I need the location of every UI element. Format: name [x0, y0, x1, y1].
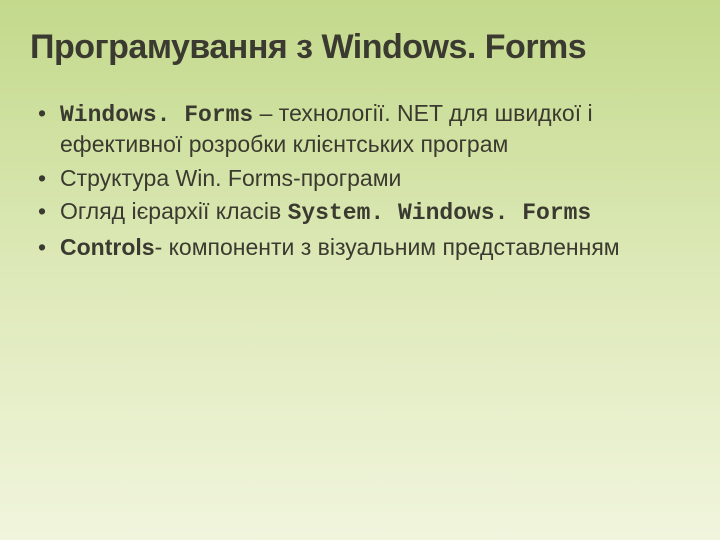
- bullet-text: - компоненти з візуальним представленням: [155, 234, 620, 260]
- bullet-item: Windows. Forms – технології. NET для шви…: [34, 99, 690, 160]
- bullet-item: Огляд ієрархії класів System. Windows. F…: [34, 197, 690, 228]
- bullet-list: Windows. Forms – технології. NET для шви…: [34, 99, 690, 262]
- bullet-item: Структура Win. Forms-програми: [34, 164, 690, 193]
- bullet-text: Windows. Forms: [60, 102, 253, 128]
- bullet-text: System. Windows. Forms: [288, 200, 592, 226]
- bullet-item: Controls- компоненти з візуальним предст…: [34, 233, 690, 262]
- slide-title: Програмування з Windows. Forms: [30, 28, 690, 67]
- bullet-text: Структура Win. Forms-програми: [60, 165, 401, 191]
- bullet-text: Controls: [60, 234, 155, 260]
- slide-content: Windows. Forms – технології. NET для шви…: [30, 99, 690, 262]
- bullet-text: Огляд ієрархії класів: [60, 198, 288, 224]
